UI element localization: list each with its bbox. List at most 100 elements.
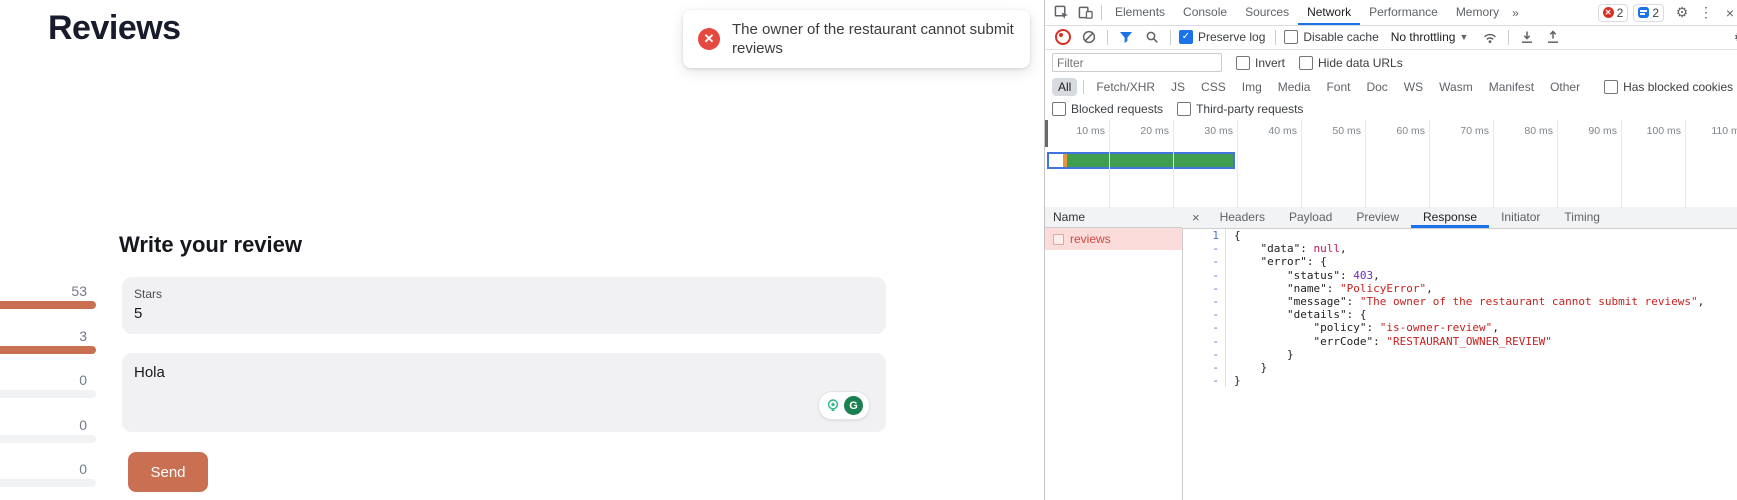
detail-tab-timing[interactable]: Timing xyxy=(1552,207,1612,228)
third-party-requests-checkbox[interactable] xyxy=(1177,102,1191,116)
filter-chip-wasm[interactable]: Wasm xyxy=(1433,78,1479,96)
filter-chip-manifest[interactable]: Manifest xyxy=(1483,78,1540,96)
token: "name" xyxy=(1287,282,1327,295)
timeline-tick-label: 40 ms xyxy=(1237,125,1297,137)
throttling-select[interactable]: No throttling ▼ xyxy=(1391,30,1469,44)
filter-chip-img[interactable]: Img xyxy=(1236,78,1268,96)
request-name-column: Name reviews xyxy=(1045,207,1183,500)
tab-sources[interactable]: Sources xyxy=(1236,0,1298,25)
timeline-tick-label: 70 ms xyxy=(1429,125,1489,137)
request-name: reviews xyxy=(1070,232,1111,246)
code-line: - "policy": "is-owner-review", xyxy=(1182,321,1737,334)
tab-console[interactable]: Console xyxy=(1174,0,1236,25)
token: 403 xyxy=(1353,269,1373,282)
token: , xyxy=(1492,321,1499,334)
page-title: Reviews xyxy=(48,9,181,48)
stars-field[interactable]: Stars 5 xyxy=(122,277,886,334)
lightbulb-icon[interactable] xyxy=(825,398,841,414)
network-conditions-icon[interactable] xyxy=(1478,25,1502,49)
token: } xyxy=(1234,361,1267,374)
token: : xyxy=(1340,269,1353,282)
name-column-header[interactable]: Name xyxy=(1045,207,1182,228)
has-blocked-cookies-toggle[interactable]: Has blocked cookies xyxy=(1604,80,1733,94)
filter-chip-fetchxhr[interactable]: Fetch/XHR xyxy=(1090,78,1161,96)
search-icon[interactable] xyxy=(1140,25,1164,49)
token xyxy=(1234,295,1287,308)
third-party-requests-toggle[interactable]: Third-party requests xyxy=(1177,102,1303,116)
disable-cache-label: Disable cache xyxy=(1303,30,1378,44)
screen: Reviews ✕ The owner of the restaurant ca… xyxy=(0,0,1737,500)
detail-tab-payload[interactable]: Payload xyxy=(1277,207,1344,228)
line-content: } xyxy=(1226,374,1241,387)
filter-row: Invert Hide data URLs xyxy=(1045,49,1737,76)
token: : xyxy=(1366,321,1379,334)
filter-chip-doc[interactable]: Doc xyxy=(1360,78,1393,96)
has-blocked-cookies-checkbox[interactable] xyxy=(1604,80,1618,94)
filter-chip-font[interactable]: Font xyxy=(1320,78,1356,96)
tab-network[interactable]: Network xyxy=(1298,0,1360,25)
hide-data-urls-checkbox[interactable] xyxy=(1299,56,1313,70)
import-har-icon[interactable] xyxy=(1515,25,1539,49)
token: null xyxy=(1314,242,1341,255)
filter-chip-all[interactable]: All xyxy=(1052,78,1077,96)
detail-tab-initiator[interactable]: Initiator xyxy=(1489,207,1552,228)
tab-performance[interactable]: Performance xyxy=(1360,0,1447,25)
filter-chip-js[interactable]: JS xyxy=(1165,78,1191,96)
line-gutter: - xyxy=(1182,335,1226,348)
line-content: } xyxy=(1226,361,1267,374)
filter-chip-media[interactable]: Media xyxy=(1272,78,1317,96)
message-count-badge[interactable]: 2 xyxy=(1633,4,1664,22)
request-detail-panel: × HeadersPayloadPreviewResponseInitiator… xyxy=(1182,207,1737,500)
filter-chip-ws[interactable]: WS xyxy=(1398,78,1429,96)
detail-tab-response[interactable]: Response xyxy=(1411,207,1489,228)
network-settings-gear-icon[interactable]: ⚙ xyxy=(1728,25,1737,49)
network-request-table: Name reviews × HeadersPayloadPreviewResp… xyxy=(1045,207,1737,500)
filter-input[interactable] xyxy=(1052,53,1222,72)
detail-tab-preview[interactable]: Preview xyxy=(1344,207,1411,228)
export-har-icon[interactable] xyxy=(1541,25,1565,49)
filter-funnel-icon[interactable] xyxy=(1114,25,1138,49)
close-devtools-icon[interactable]: × xyxy=(1718,1,1737,25)
kebab-menu-icon[interactable]: ⋮ xyxy=(1694,1,1718,25)
close-detail-icon[interactable]: × xyxy=(1188,210,1208,225)
filter-chip-css[interactable]: CSS xyxy=(1195,78,1232,96)
network-overview-timeline[interactable]: 10 ms20 ms30 ms40 ms50 ms60 ms70 ms80 ms… xyxy=(1045,120,1737,208)
code-line: - } xyxy=(1182,348,1737,361)
more-tabs-icon[interactable]: » xyxy=(1508,6,1523,20)
preserve-log-toggle[interactable]: ✓ Preserve log xyxy=(1179,30,1265,44)
line-content: "message": "The owner of the restaurant … xyxy=(1226,295,1704,308)
invert-checkbox[interactable] xyxy=(1236,56,1250,70)
rating-count: 53 xyxy=(71,283,87,299)
token: "message" xyxy=(1287,295,1347,308)
request-row[interactable]: reviews xyxy=(1045,228,1182,250)
invert-toggle[interactable]: Invert xyxy=(1236,56,1285,70)
grammarly-widget[interactable]: G xyxy=(818,391,870,420)
disable-cache-checkbox[interactable] xyxy=(1284,30,1298,44)
timeline-tick-label: 10 ms xyxy=(1045,125,1105,137)
error-count-badge[interactable]: ✕ 2 xyxy=(1598,4,1629,22)
blocked-requests-checkbox[interactable] xyxy=(1052,102,1066,116)
detail-tab-headers[interactable]: Headers xyxy=(1208,207,1277,228)
review-textarea[interactable]: Hola G xyxy=(122,353,886,432)
stars-value: 5 xyxy=(134,305,142,322)
hide-data-urls-toggle[interactable]: Hide data URLs xyxy=(1299,56,1403,70)
rating-bar xyxy=(0,479,96,487)
tab-memory[interactable]: Memory xyxy=(1447,0,1508,25)
preserve-log-checkbox[interactable]: ✓ xyxy=(1179,30,1193,44)
disable-cache-toggle[interactable]: Disable cache xyxy=(1284,30,1378,44)
request-waterfall-bar[interactable] xyxy=(1047,152,1235,169)
main-tabs: ElementsConsoleSourcesNetworkPerformance… xyxy=(1106,0,1508,25)
record-network-log-icon[interactable] xyxy=(1051,25,1075,49)
tab-elements[interactable]: Elements xyxy=(1106,0,1174,25)
settings-gear-icon[interactable]: ⚙ xyxy=(1670,1,1694,25)
device-toolbar-icon[interactable] xyxy=(1073,1,1097,25)
filter-chip-other[interactable]: Other xyxy=(1544,78,1586,96)
send-button[interactable]: Send xyxy=(128,452,208,492)
clear-network-log-icon[interactable] xyxy=(1077,25,1101,49)
inspect-element-icon[interactable] xyxy=(1049,1,1073,25)
timeline-tick-label: 110 ms xyxy=(1685,125,1737,137)
blocked-requests-toggle[interactable]: Blocked requests xyxy=(1052,102,1163,116)
grammarly-g-icon[interactable]: G xyxy=(844,396,863,415)
token: } xyxy=(1234,374,1241,387)
line-gutter: - xyxy=(1182,295,1226,308)
